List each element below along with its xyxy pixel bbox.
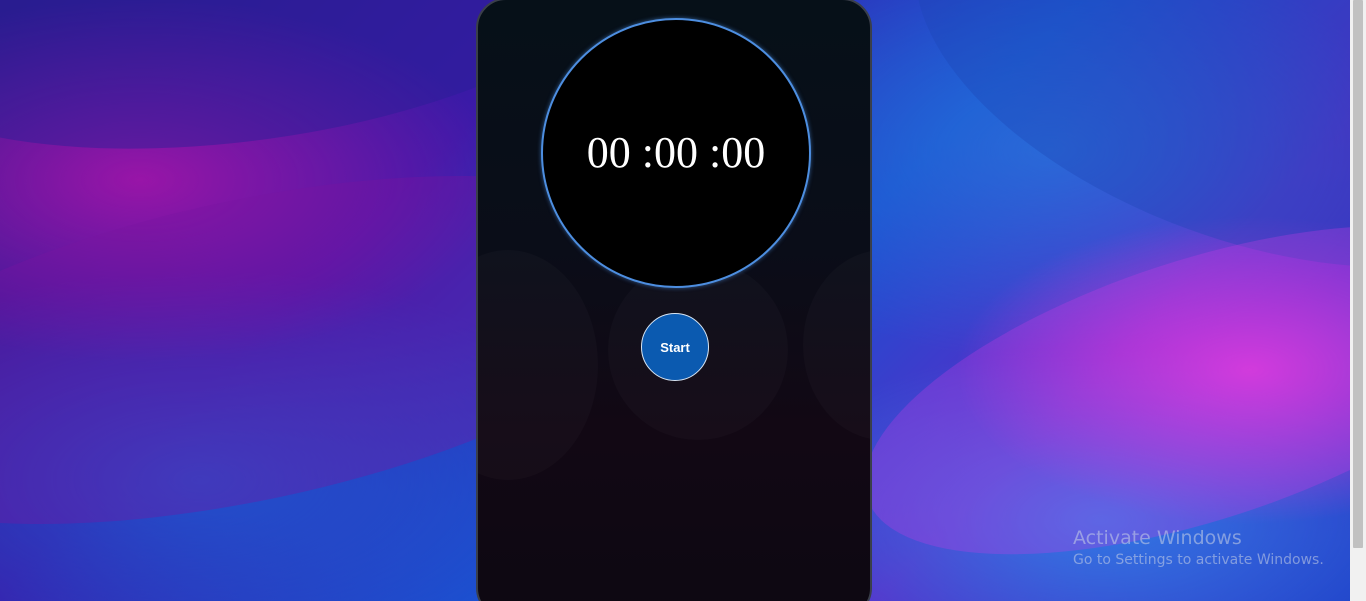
background-wave	[859, 0, 1366, 349]
watermark-subtitle: Go to Settings to activate Windows.	[1073, 552, 1324, 568]
vertical-scrollbar[interactable]	[1350, 0, 1366, 601]
panel-glow	[803, 250, 870, 440]
clock-face: 00 :00 :00	[541, 18, 811, 288]
time-display: 00 :00 :00	[586, 127, 766, 177]
activate-windows-watermark: Activate Windows Go to Settings to activ…	[1073, 526, 1324, 570]
stopwatch-panel: 00 :00 :00 Start	[476, 0, 872, 601]
panel-glow	[478, 250, 598, 480]
scrollbar-thumb[interactable]	[1353, 0, 1363, 548]
start-button[interactable]: Start	[641, 313, 709, 381]
watermark-title: Activate Windows	[1073, 527, 1242, 549]
